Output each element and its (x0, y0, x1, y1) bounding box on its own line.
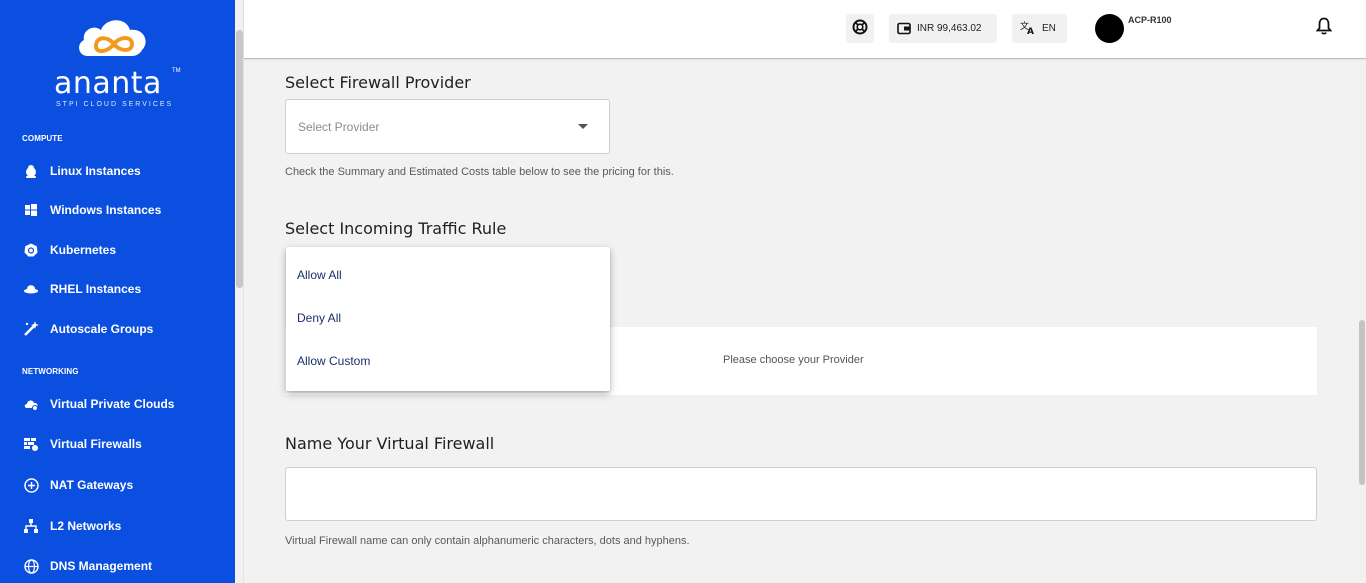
section-networking: NETWORKING (22, 367, 79, 376)
sidebar-scrollbar-thumb[interactable] (236, 30, 243, 288)
language-label: EN (1042, 23, 1056, 34)
firewall-icon (23, 436, 39, 452)
sidebar-item-label: Windows Instances (50, 203, 162, 217)
windows-icon (23, 202, 39, 218)
caret-down-icon (578, 124, 588, 129)
sidebar-item-label: Kubernetes (50, 243, 117, 257)
wallet-icon (897, 22, 911, 35)
logo-cloud-icon (79, 20, 146, 56)
summary-message: Please choose your Provider (723, 354, 864, 366)
provider-select[interactable]: Select Provider (285, 99, 610, 154)
brand-name: ananta (54, 66, 162, 101)
sidebar-item-label: Virtual Private Clouds (50, 397, 175, 411)
option-allow-all[interactable]: Allow All (297, 268, 342, 282)
sidebar-item-label: Linux Instances (50, 164, 141, 178)
sidebar-item-rhel-instances[interactable]: RHEL Instances (23, 278, 141, 300)
sidebar-item-l2-networks[interactable]: L2 Networks (23, 515, 121, 537)
wallet-balance-button[interactable]: INR 99,463.02 (889, 14, 997, 43)
redhat-icon (23, 281, 39, 297)
support-button[interactable] (846, 14, 874, 43)
sidebar-item-kubernetes[interactable]: Kubernetes (23, 239, 116, 261)
sidebar-item-dns-management[interactable]: DNS Management (23, 555, 152, 577)
sidebar-item-label: NAT Gateways (50, 478, 134, 492)
sidebar-item-label: RHEL Instances (50, 282, 142, 296)
magic-wand-icon (23, 321, 39, 337)
lifebuoy-icon (852, 19, 868, 38)
cloud-network-icon (23, 396, 39, 412)
sidebar-item-nat-gateways[interactable]: NAT Gateways (23, 474, 133, 496)
sidebar-item-windows-instances[interactable]: Windows Instances (23, 199, 161, 221)
svg-text:A: A (1027, 27, 1034, 35)
sidebar-item-label: DNS Management (50, 559, 153, 573)
option-deny-all[interactable]: Deny All (297, 311, 341, 325)
sidebar-item-label: L2 Networks (50, 519, 122, 533)
kubernetes-icon (23, 242, 39, 258)
account-name[interactable]: ACP-R100 (1128, 15, 1172, 25)
network-tree-icon (23, 518, 39, 534)
sidebar-item-label: Virtual Firewalls (50, 437, 142, 451)
sidebar-item-label: Autoscale Groups (50, 322, 154, 336)
traffic-rule-dropdown: Allow All Deny All Allow Custom (286, 247, 610, 391)
brand-tagline: STPI CLOUD SERVICES (56, 101, 174, 108)
linux-icon (23, 163, 39, 179)
traffic-rule-section-title: Select Incoming Traffic Rule (285, 219, 507, 238)
sidebar-item-linux-instances[interactable]: Linux Instances (23, 160, 141, 182)
language-button[interactable]: 文A EN (1012, 14, 1067, 43)
gateway-icon (23, 477, 39, 493)
option-allow-custom[interactable]: Allow Custom (297, 354, 370, 368)
translate-icon: 文A (1020, 20, 1036, 37)
notifications-button[interactable] (1314, 14, 1334, 42)
sidebar-item-virtual-firewalls[interactable]: Virtual Firewalls (23, 433, 142, 455)
firewall-name-section-title: Name Your Virtual Firewall (285, 434, 495, 453)
firewall-name-input[interactable] (285, 467, 1317, 521)
sidebar-item-autoscale-groups[interactable]: Autoscale Groups (23, 318, 153, 340)
wallet-balance: INR 99,463.02 (917, 23, 982, 34)
avatar[interactable] (1095, 14, 1124, 43)
ananta-logo[interactable]: ananta TM STPI CLOUD SERVICES (52, 16, 182, 112)
sidebar-item-virtual-private-clouds[interactable]: Virtual Private Clouds (23, 393, 174, 415)
firewall-name-hint: Virtual Firewall name can only contain a… (285, 535, 690, 547)
bell-icon (1315, 17, 1333, 40)
section-compute: COMPUTE (22, 134, 63, 143)
top-header: INR 99,463.02 文A EN ACP-R100 (244, 0, 1366, 59)
provider-section-title: Select Firewall Provider (285, 73, 471, 92)
provider-select-placeholder: Select Provider (298, 120, 380, 134)
sidebar: ananta TM STPI CLOUD SERVICES COMPUTE Li… (0, 0, 235, 583)
globe-icon (23, 558, 39, 574)
provider-hint: Check the Summary and Estimated Costs ta… (285, 166, 674, 178)
trademark: TM (172, 68, 181, 74)
page-scrollbar-thumb[interactable] (1359, 320, 1365, 485)
